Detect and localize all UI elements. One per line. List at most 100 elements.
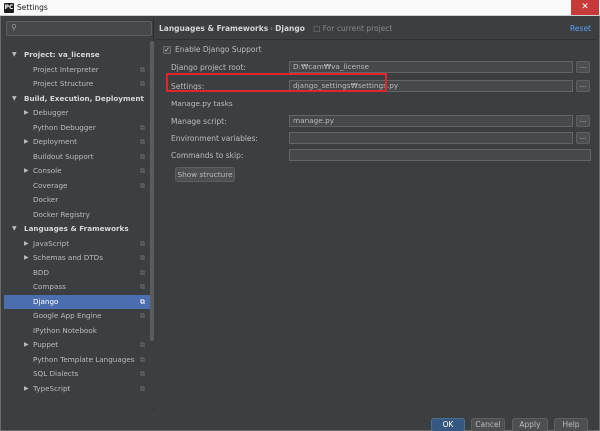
tree-item-label: Google App Engine — [33, 311, 102, 320]
settings-sidebar: ⚲ ▼ Project: va_license Project Interprete… — [4, 19, 154, 411]
project-scope-icon: ⧉ — [140, 254, 145, 262]
search-icon: ⚲ — [11, 23, 17, 32]
expand-arrow-icon[interactable]: ▼ — [12, 48, 17, 63]
project-scope-icon: ⧉ — [140, 297, 145, 306]
settings-dialog: ⚲ ▼ Project: va_license Project Interprete… — [0, 16, 600, 431]
project-scope-icon: □ — [313, 24, 321, 33]
tree-item-python-debugger[interactable]: Python Debugger ⧉ — [4, 121, 151, 136]
collapse-arrow-icon[interactable]: ▶ — [24, 106, 29, 121]
project-scope-icon: ⧉ — [140, 341, 145, 349]
collapse-arrow-icon[interactable]: ▶ — [24, 338, 29, 353]
project-scope-icon: ⧉ — [140, 355, 145, 364]
tree-item-schemas-and-dtds[interactable]: ▶ Schemas and DTDs ⧉ — [4, 251, 151, 266]
tree-item-debugger[interactable]: ▶ Debugger — [4, 106, 151, 121]
tree-item-label: Console — [33, 166, 62, 175]
project-root-field[interactable]: D:₩cam₩va_license — [289, 61, 573, 73]
project-scope-icon: ⧉ — [140, 65, 145, 74]
close-button[interactable]: ✕ — [571, 0, 599, 15]
tree-item-label: Build, Execution, Deployment — [24, 93, 144, 103]
tree-item-label: Project Interpreter — [33, 64, 99, 74]
settings-highlight-box — [166, 73, 387, 92]
project-scope-icon: ⧉ — [140, 80, 145, 88]
tree-item-project-interpreter[interactable]: Project Interpreter ⧉ — [4, 63, 151, 78]
project-scope-icon: ⧉ — [140, 181, 145, 190]
tree-item-label: Languages & Frameworks — [24, 224, 129, 233]
tree-item-buildout-support[interactable]: Buildout Support ⧉ — [4, 150, 151, 165]
ok-button[interactable]: OK — [431, 418, 465, 431]
tree-item-google-app-engine[interactable]: Google App Engine ⧉ — [4, 309, 151, 324]
tree-item-label: Debugger — [33, 108, 69, 117]
project-scope-icon: ⧉ — [140, 138, 145, 146]
collapse-arrow-icon[interactable]: ▶ — [24, 237, 29, 252]
settings-browse-button[interactable]: ... — [576, 80, 590, 92]
tree-item-python-template-languages[interactable]: Python Template Languages ⧉ — [4, 353, 151, 368]
tree-item-label: IPython Notebook — [33, 325, 97, 335]
tree-item-label: Puppet — [33, 340, 59, 349]
manage-script-field[interactable]: manage.py — [289, 115, 573, 127]
collapse-arrow-icon[interactable]: ▶ — [24, 164, 29, 179]
header-divider — [155, 39, 597, 40]
tree-item-label: TypeScript — [33, 383, 71, 393]
tree-item-javascript[interactable]: ▶ JavaScript ⧉ — [4, 237, 151, 252]
tree-item-label: Deployment — [33, 137, 77, 146]
tree-item-ipython-notebook[interactable]: IPython Notebook — [4, 324, 151, 339]
project-scope-label: For current project — [322, 24, 393, 33]
env-vars-field[interactable] — [289, 132, 573, 144]
manage-script-browse-button[interactable]: ... — [576, 115, 590, 127]
sidebar-scrollbar[interactable] — [150, 41, 154, 409]
expand-arrow-icon[interactable]: ▼ — [12, 222, 17, 237]
collapse-arrow-icon[interactable]: ▶ — [24, 251, 29, 266]
project-scope-icon: ⧉ — [140, 152, 145, 161]
tree-item-django[interactable]: Django ⧉ — [4, 294, 151, 309]
tree-item-label: Docker — [33, 195, 59, 204]
tree-item-typescript[interactable]: ▶ TypeScript ⧉ — [4, 382, 151, 397]
tree-item-project-structure[interactable]: Project Structure ⧉ — [4, 77, 151, 92]
project-scope-icon: ⧉ — [140, 370, 145, 378]
tree-item-label: BDD — [33, 267, 49, 277]
project-root-browse-button[interactable]: ... — [576, 61, 590, 73]
collapse-arrow-icon[interactable]: ▶ — [24, 135, 29, 150]
env-vars-label: Environment variables: — [171, 134, 258, 143]
search-input[interactable] — [21, 23, 149, 34]
project-scope-icon: ⧉ — [140, 283, 145, 291]
apply-button[interactable]: Apply — [512, 418, 548, 431]
project-scope-icon: ⧉ — [140, 268, 145, 277]
reset-link[interactable]: Reset — [570, 24, 591, 33]
project-scope-icon: ⧉ — [140, 312, 145, 320]
tree-item-label: Python Template Languages — [33, 354, 135, 364]
tree-item-compass[interactable]: Compass ⧉ — [4, 280, 151, 295]
window-titlebar: PC Settings ✕ — [0, 0, 600, 16]
tree-item-label: Schemas and DTDs — [33, 253, 103, 262]
enable-django-checkbox[interactable]: ✓ — [163, 45, 171, 54]
commands-skip-field[interactable] — [289, 149, 591, 161]
expand-arrow-icon[interactable]: ▼ — [12, 92, 17, 107]
help-button[interactable]: Help — [554, 418, 588, 431]
tree-item-console[interactable]: ▶ Console ⧉ — [4, 164, 151, 179]
env-vars-browse-button[interactable]: ... — [576, 132, 590, 144]
project-scope-icon: ⧉ — [140, 239, 145, 248]
show-structure-button[interactable]: Show structure — [175, 167, 235, 182]
tree-item-label: SQL Dialects — [33, 369, 79, 378]
tree-item-label: Python Debugger — [33, 122, 96, 132]
tree-group-languages-frameworks[interactable]: ▼ Languages & Frameworks — [4, 222, 151, 237]
tree-item-bdd[interactable]: BDD ⧉ — [4, 266, 151, 281]
tree-item-label: Django — [33, 296, 59, 306]
enable-django-row[interactable]: ✓ Enable Django Support — [163, 44, 262, 55]
tree-group-project-va-license[interactable]: ▼ Project: va_license — [4, 48, 151, 63]
scrollbar-thumb[interactable] — [150, 41, 154, 341]
tree-item-puppet[interactable]: ▶ Puppet ⧉ — [4, 338, 151, 353]
breadcrumb-separator: › — [270, 24, 274, 33]
tree-item-deployment[interactable]: ▶ Deployment ⧉ — [4, 135, 151, 150]
cancel-button[interactable]: Cancel — [471, 418, 505, 431]
tree-item-coverage[interactable]: Coverage ⧉ — [4, 179, 151, 194]
tree-item-docker[interactable]: Docker — [4, 193, 151, 208]
tree-group-build-execution-deployment[interactable]: ▼ Build, Execution, Deployment — [4, 92, 151, 107]
breadcrumb-current: Django — [275, 24, 305, 33]
collapse-arrow-icon[interactable]: ▶ — [24, 382, 29, 397]
tree-item-docker-registry[interactable]: Docker Registry — [4, 208, 151, 223]
tree-item-sql-dialects[interactable]: SQL Dialects ⧉ — [4, 367, 151, 382]
tree-item-label: Coverage — [33, 180, 68, 190]
breadcrumb-parent: Languages & Frameworks — [159, 24, 269, 33]
settings-search[interactable]: ⚲ — [6, 21, 152, 36]
project-scope-icon: ⧉ — [140, 167, 145, 175]
